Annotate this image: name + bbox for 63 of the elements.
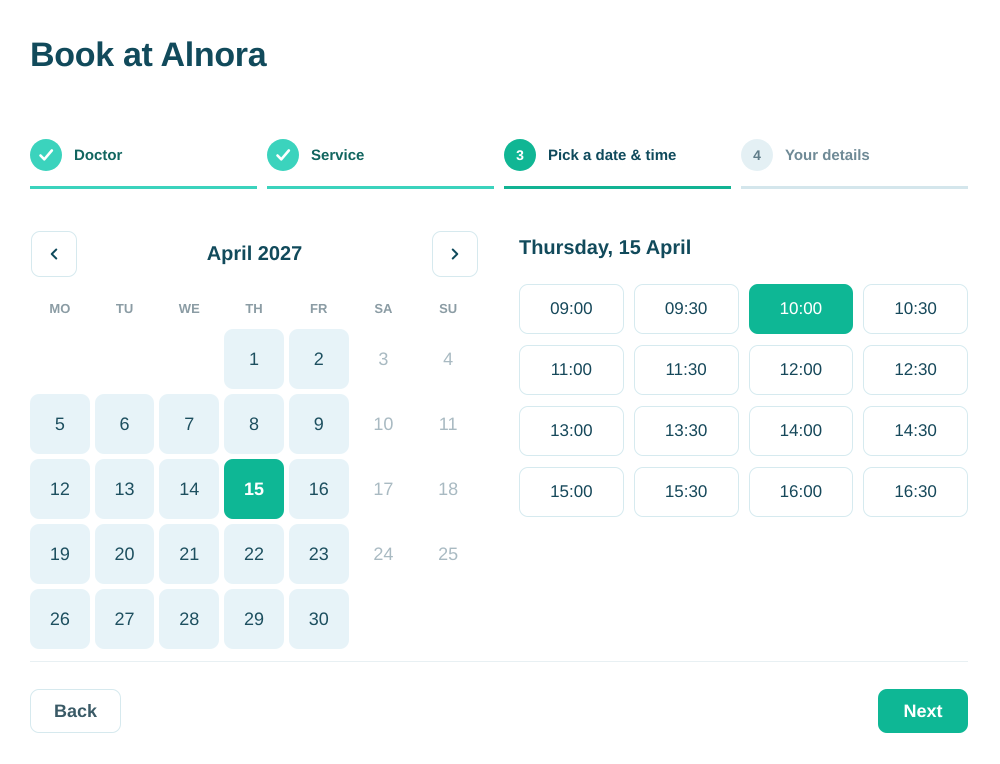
page-title: Book at Alnora — [30, 35, 268, 75]
time-slot[interactable]: 15:00 — [519, 467, 624, 517]
time-slot[interactable]: 11:30 — [634, 345, 738, 395]
calendar-day[interactable]: 19 — [30, 524, 90, 584]
time-slot[interactable]: 09:00 — [519, 284, 624, 334]
time-slot[interactable]: 09:30 — [634, 284, 738, 334]
unavailable-day: 4 — [418, 329, 478, 389]
unavailable-day: 17 — [354, 459, 414, 519]
calendar-day[interactable]: 22 — [224, 524, 284, 584]
selected-date-heading: Thursday, 15 April — [519, 236, 692, 260]
calendar-day[interactable]: 12 — [30, 459, 90, 519]
weekday-label: FR — [309, 300, 328, 318]
calendar-day[interactable]: 9 — [288, 394, 349, 454]
calendar-day[interactable]: 27 — [94, 589, 154, 649]
weekday-label: WE — [178, 300, 201, 318]
calendar-day[interactable]: 5 — [30, 394, 90, 454]
time-slot[interactable]: 16:00 — [748, 467, 854, 517]
calendar-day[interactable]: 16 — [288, 459, 349, 519]
time-slot[interactable]: 15:30 — [634, 467, 738, 517]
time-slot[interactable]: 12:30 — [863, 345, 968, 395]
step-label: Doctor — [74, 146, 122, 164]
calendar-day[interactable]: 20 — [94, 524, 154, 584]
back-button[interactable]: Back — [30, 689, 121, 733]
calendar-day[interactable]: 28 — [159, 589, 220, 649]
time-slot[interactable]: 10:30 — [863, 284, 968, 334]
time-slot[interactable]: 13:30 — [634, 406, 738, 456]
unavailable-day: 24 — [354, 524, 414, 584]
weekday-label: SA — [373, 300, 394, 318]
time-slot[interactable]: 13:00 — [519, 406, 624, 456]
calendar-day[interactable]: 2 — [288, 329, 349, 389]
step-number: 3 — [504, 139, 536, 171]
calendar-day[interactable]: 26 — [30, 589, 90, 649]
calendar-day[interactable]: 1 — [224, 329, 284, 389]
weekday-label: TU — [114, 300, 134, 318]
time-slot[interactable]: 14:30 — [863, 406, 968, 456]
calendar-day[interactable]: 21 — [159, 524, 220, 584]
calendar-day[interactable]: 29 — [224, 589, 284, 649]
weekday-label: MO — [48, 300, 72, 318]
calendar-day[interactable]: 14 — [159, 459, 220, 519]
unavailable-day: 10 — [354, 394, 414, 454]
step-label: Pick a date & time — [548, 146, 676, 164]
time-slot[interactable]: 12:00 — [748, 345, 854, 395]
calendar-day[interactable]: 8 — [224, 394, 284, 454]
unavailable-day: 25 — [418, 524, 478, 584]
unavailable-day: 11 — [418, 394, 478, 454]
time-slot[interactable]: 11:00 — [519, 345, 624, 395]
unavailable-day: 18 — [418, 459, 478, 519]
next-month-button[interactable] — [432, 231, 478, 277]
time-slot[interactable]: 16:30 — [863, 467, 968, 517]
weekday-label: SU — [438, 300, 458, 318]
unavailable-day: 3 — [354, 329, 414, 389]
previous-month-button[interactable] — [31, 231, 77, 277]
step-number: 4 — [741, 139, 773, 171]
step-label: Your details — [785, 146, 870, 164]
step-label: Service — [311, 146, 364, 164]
calendar-day[interactable]: 7 — [159, 394, 220, 454]
calendar-day[interactable]: 13 — [94, 459, 154, 519]
calendar-day[interactable]: 30 — [288, 589, 349, 649]
weekday-label: TH — [244, 300, 264, 318]
calendar-day[interactable]: 6 — [94, 394, 154, 454]
time-slot[interactable]: 14:00 — [748, 406, 854, 456]
month-title: April 2027 — [206, 242, 302, 266]
calendar-day[interactable]: 23 — [288, 524, 349, 584]
